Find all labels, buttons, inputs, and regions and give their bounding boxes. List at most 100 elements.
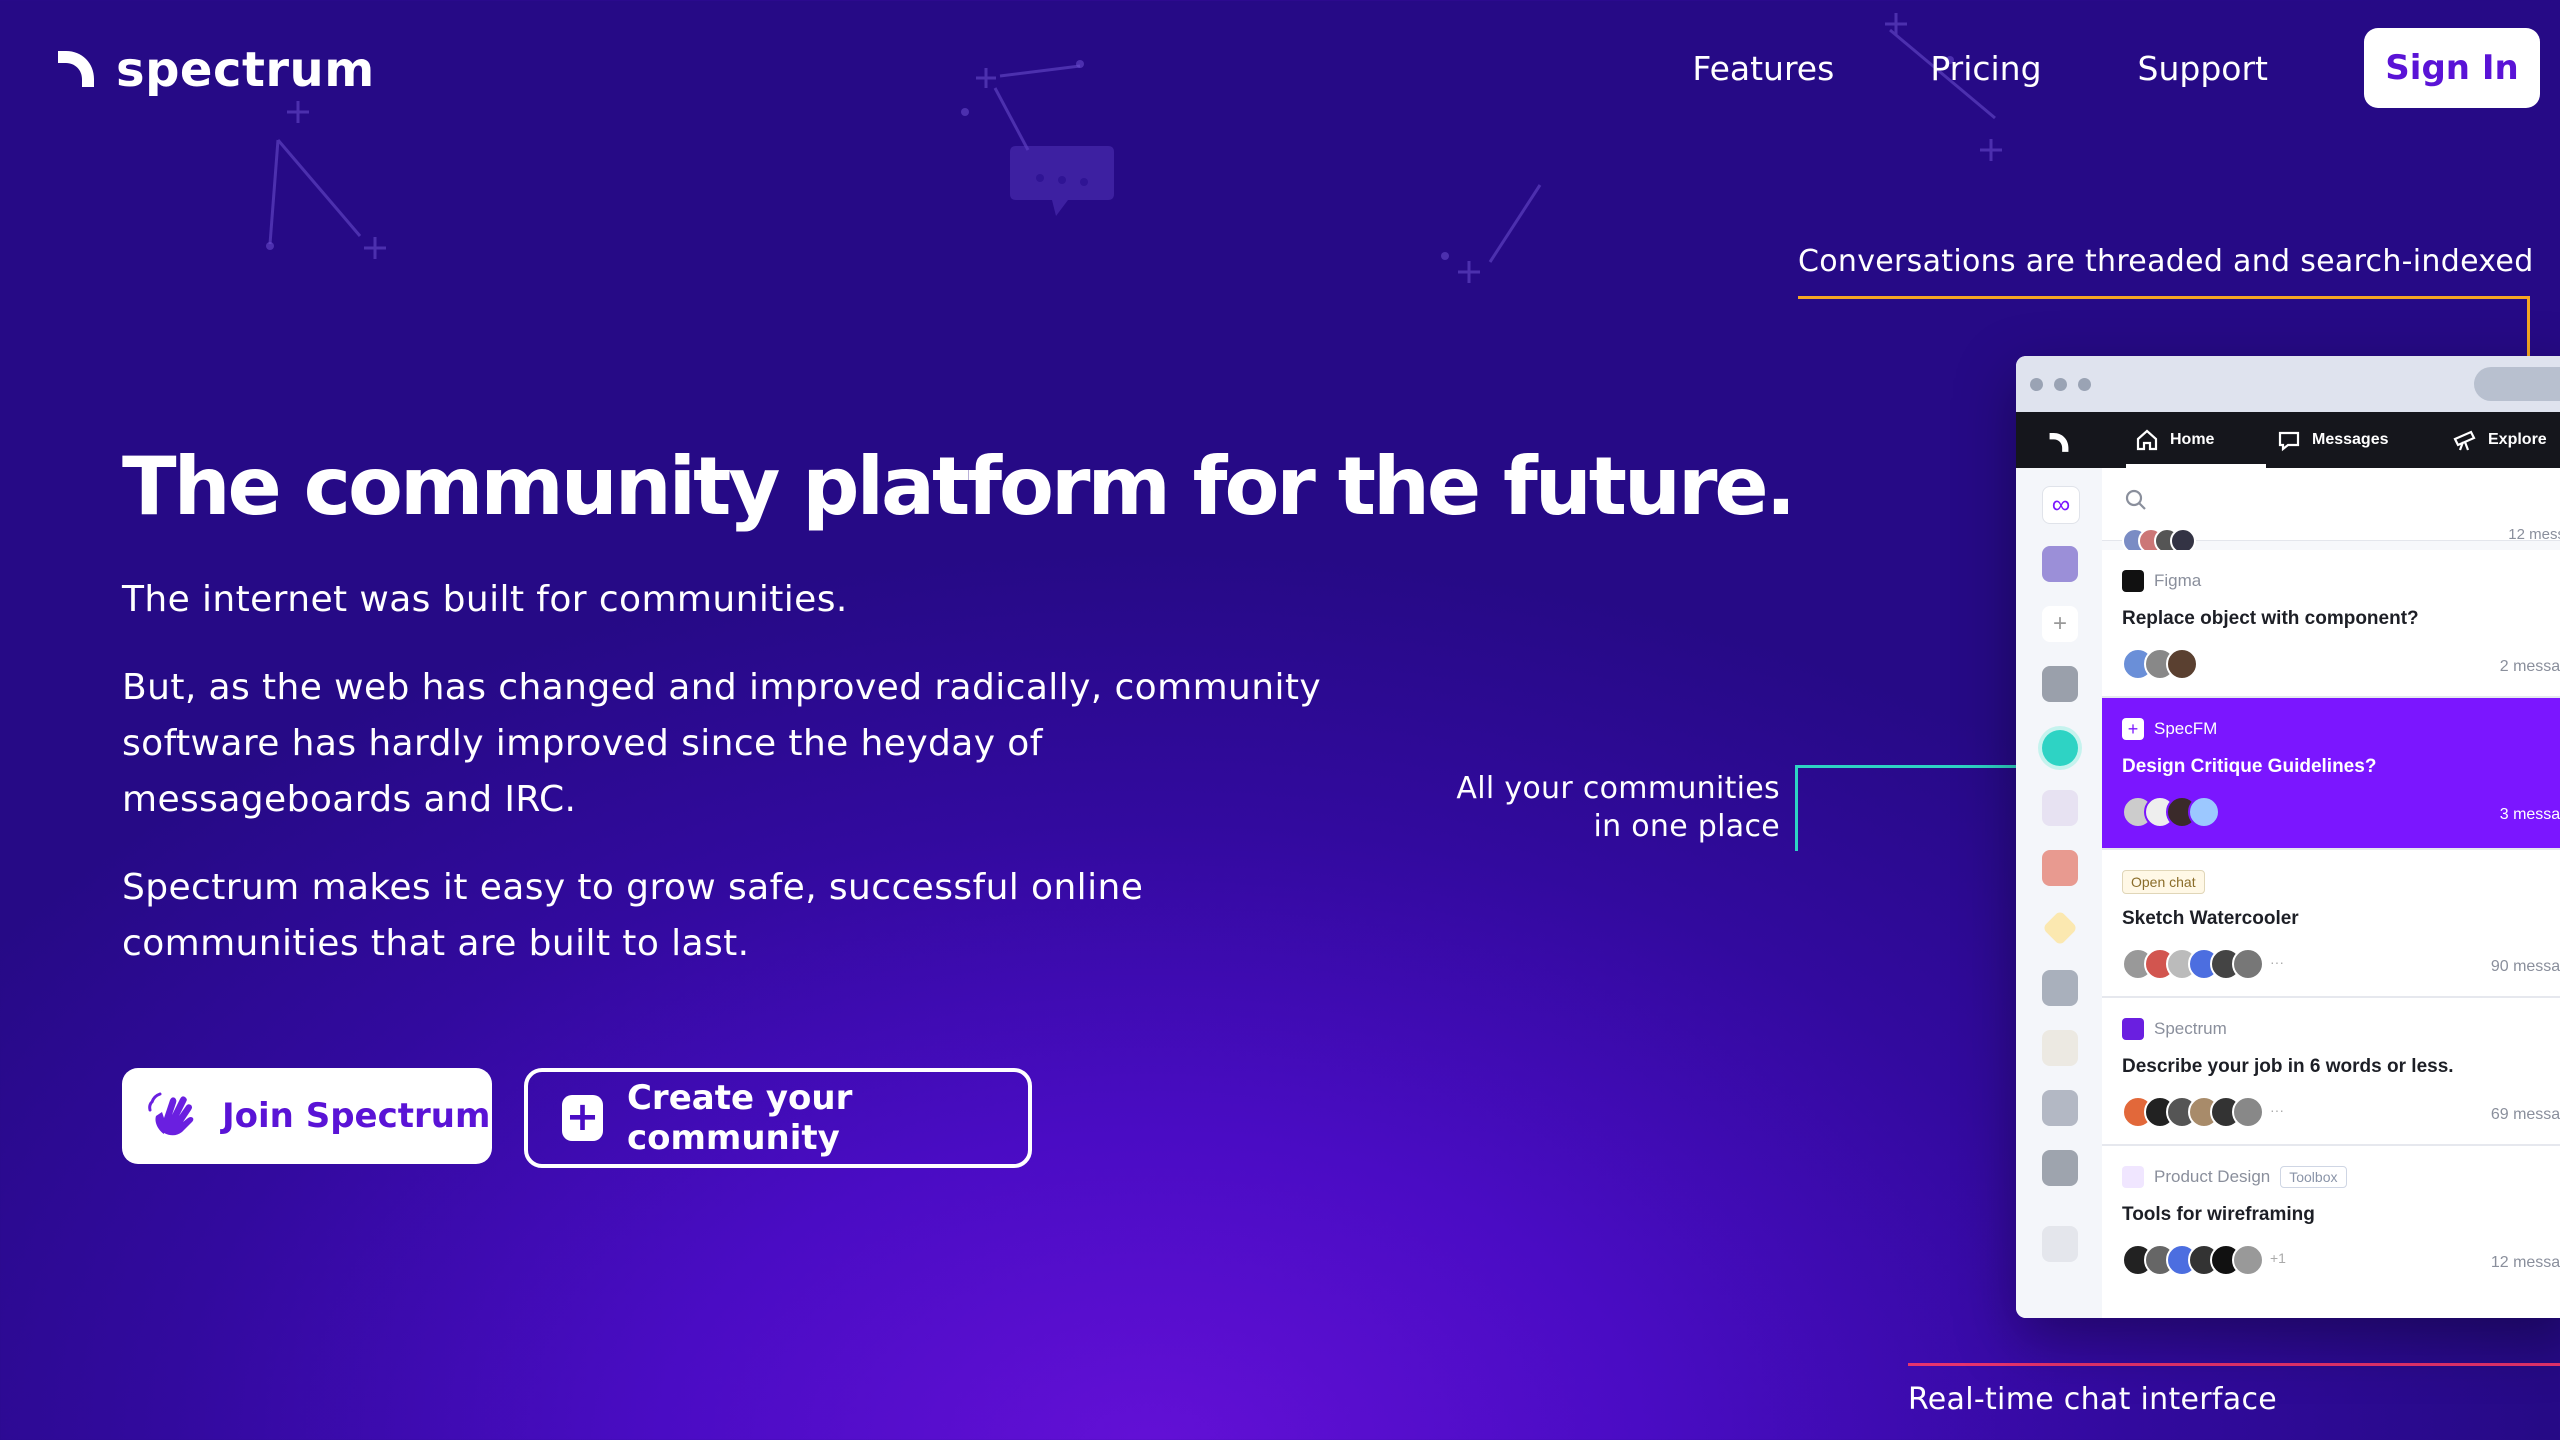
- hero-solution-text: Spectrum makes it easy to grow safe, suc…: [122, 867, 1144, 964]
- thread-message-count: 3 messages: [2499, 806, 2560, 823]
- annotation-communities: All your communities in one place: [1430, 770, 1780, 846]
- explore-telescope-icon[interactable]: [2042, 1226, 2078, 1262]
- messages-icon: [2278, 431, 2300, 452]
- app-preview-window: Home Messages Explore ∞ + 12 mes Figma R…: [2016, 356, 2560, 1318]
- address-bar: [2474, 367, 2560, 401]
- window-maximize-dot: [2078, 378, 2091, 391]
- community-arch-icon[interactable]: [2042, 1090, 2078, 1126]
- thread-message-count: 90 messages: [2490, 958, 2560, 975]
- partial-thread-count: 12 message: [2508, 526, 2560, 543]
- thread-title: Replace object with component?: [2122, 608, 2419, 629]
- avatar: [2232, 1096, 2264, 1128]
- app-nav-home[interactable]: Home: [2134, 412, 2214, 468]
- window-close-dot: [2030, 378, 2043, 391]
- annotation-realtime-underline: [1908, 1363, 2560, 1366]
- all-communities-icon[interactable]: ∞: [2042, 486, 2080, 524]
- app-top-nav: Home Messages Explore: [2016, 412, 2560, 468]
- thread-community-name: Figma: [2154, 571, 2202, 590]
- spectrum-logo-icon: [58, 51, 94, 87]
- thread-title: Describe your job in 6 words or less.: [2122, 1056, 2454, 1077]
- avatar: [2232, 1244, 2264, 1276]
- thread-card[interactable]: Product Design Toolbox Tools for wirefra…: [2102, 1146, 2560, 1318]
- community-product-design-icon[interactable]: [2042, 790, 2078, 826]
- hero-problem-text: But, as the web has changed and improved…: [122, 667, 1322, 820]
- hero-headline: The community platform for the future.: [122, 440, 1796, 533]
- thread-message-count: 2 messages: [2499, 658, 2560, 675]
- thread-community: Figma: [2122, 570, 2201, 592]
- annotation-communities-line2: in one place: [1593, 809, 1780, 844]
- join-spectrum-button[interactable]: Join Spectrum: [122, 1068, 492, 1164]
- nav-support-link[interactable]: Support: [2138, 49, 2268, 88]
- thread-title: Tools for wireframing: [2122, 1204, 2315, 1225]
- thread-message-count: 12 messages: [2490, 1254, 2560, 1271]
- annotation-threaded-underline: [1798, 296, 2530, 299]
- hero-intro-text: The internet was built for communities.: [122, 579, 848, 620]
- more-participants: ···: [2270, 954, 2284, 970]
- home-icon: [2136, 429, 2158, 451]
- avatar: [2232, 948, 2264, 980]
- community-spectrum-icon[interactable]: [2042, 546, 2078, 582]
- thread-card[interactable]: Figma Replace object with component? 2 m…: [2102, 550, 2560, 698]
- avatar: [2188, 796, 2220, 828]
- thread-community: + SpecFM: [2122, 718, 2217, 740]
- app-nav-messages[interactable]: Messages: [2276, 412, 2389, 468]
- figma-icon: [2122, 570, 2144, 592]
- open-chat-tag: Open chat: [2122, 870, 2205, 894]
- join-spectrum-label: Join Spectrum: [222, 1096, 491, 1136]
- thread-community-name: Spectrum: [2154, 1019, 2227, 1038]
- brand-logo[interactable]: spectrum: [56, 42, 375, 98]
- community-teal-icon[interactable]: [2042, 730, 2078, 766]
- telescope-icon: [2453, 430, 2476, 451]
- thread-community: Product Design Toolbox: [2122, 1166, 2347, 1188]
- thread-card-selected[interactable]: + SpecFM Design Critique Guidelines? 3 m…: [2102, 698, 2560, 850]
- participant-avatars: +1: [2122, 1244, 2286, 1276]
- spectrum-community-icon: [2122, 1018, 2144, 1040]
- thread-card[interactable]: Spectrum Describe your job in 6 words or…: [2102, 998, 2560, 1146]
- app-nav-explore[interactable]: Explore: [2452, 412, 2547, 468]
- create-community-label: Create your community: [626, 1078, 853, 1158]
- community-brush-icon[interactable]: [2042, 1030, 2078, 1066]
- window-titlebar: [2016, 356, 2560, 412]
- sign-in-button[interactable]: Sign In: [2364, 28, 2540, 108]
- community-red-icon[interactable]: [2042, 850, 2078, 886]
- thread-card[interactable]: Open chat Sketch Watercooler ··· 90 mess…: [2102, 850, 2560, 998]
- thread-message-count: 69 messages: [2490, 1106, 2560, 1123]
- annotation-realtime: Real-time chat interface: [1908, 1382, 2278, 1417]
- nav-features-link[interactable]: Features: [1692, 49, 1834, 88]
- spectrum-logo-icon[interactable]: [2048, 432, 2070, 454]
- brand-name: spectrum: [116, 42, 375, 98]
- nav-pricing-link[interactable]: Pricing: [1930, 49, 2041, 88]
- annotation-threaded: Conversations are threaded and search-in…: [1798, 244, 2534, 279]
- thread-feed: 12 message Figma Replace object with com…: [2102, 468, 2560, 1318]
- community-specfm-icon[interactable]: +: [2042, 606, 2078, 642]
- thread-community: Spectrum: [2122, 1018, 2227, 1040]
- more-participants: +1: [2270, 1250, 2286, 1266]
- thread-community-name: Product Design: [2154, 1167, 2271, 1186]
- waving-hand-icon: [148, 1092, 194, 1136]
- community-sketch-icon[interactable]: [2042, 910, 2078, 946]
- plus-icon: +: [562, 1095, 603, 1141]
- create-community-button[interactable]: + Create your community: [524, 1068, 1032, 1168]
- thread-search-bar[interactable]: 12 message: [2102, 468, 2560, 554]
- channel-tag: Toolbox: [2280, 1166, 2347, 1188]
- participant-avatars: [2122, 796, 2220, 828]
- participant-avatars: ···: [2122, 1096, 2284, 1128]
- annotation-communities-connector: [1795, 765, 2033, 768]
- annotation-communities-bracket: [1795, 765, 1798, 851]
- thread-title: Design Critique Guidelines?: [2122, 756, 2377, 777]
- participant-avatars: ···: [2122, 948, 2284, 980]
- top-nav: Features Pricing Support Sign In: [1692, 28, 2540, 108]
- community-figma-icon[interactable]: [2042, 666, 2078, 702]
- search-icon: [2125, 489, 2146, 510]
- avatar: [2166, 648, 2198, 680]
- participant-avatars: [2122, 648, 2198, 680]
- thread-title: Sketch Watercooler: [2122, 908, 2299, 929]
- app-nav-home-label: Home: [2170, 431, 2215, 448]
- app-nav-explore-label: Explore: [2488, 431, 2547, 448]
- thread-community-name: SpecFM: [2154, 719, 2218, 738]
- community-sidebar: ∞ +: [2016, 468, 2103, 1318]
- community-react-icon[interactable]: [2042, 970, 2078, 1006]
- more-participants: ···: [2270, 1102, 2284, 1118]
- thread-tag-row: Open chat: [2122, 870, 2205, 894]
- community-bars-icon[interactable]: [2042, 1150, 2078, 1186]
